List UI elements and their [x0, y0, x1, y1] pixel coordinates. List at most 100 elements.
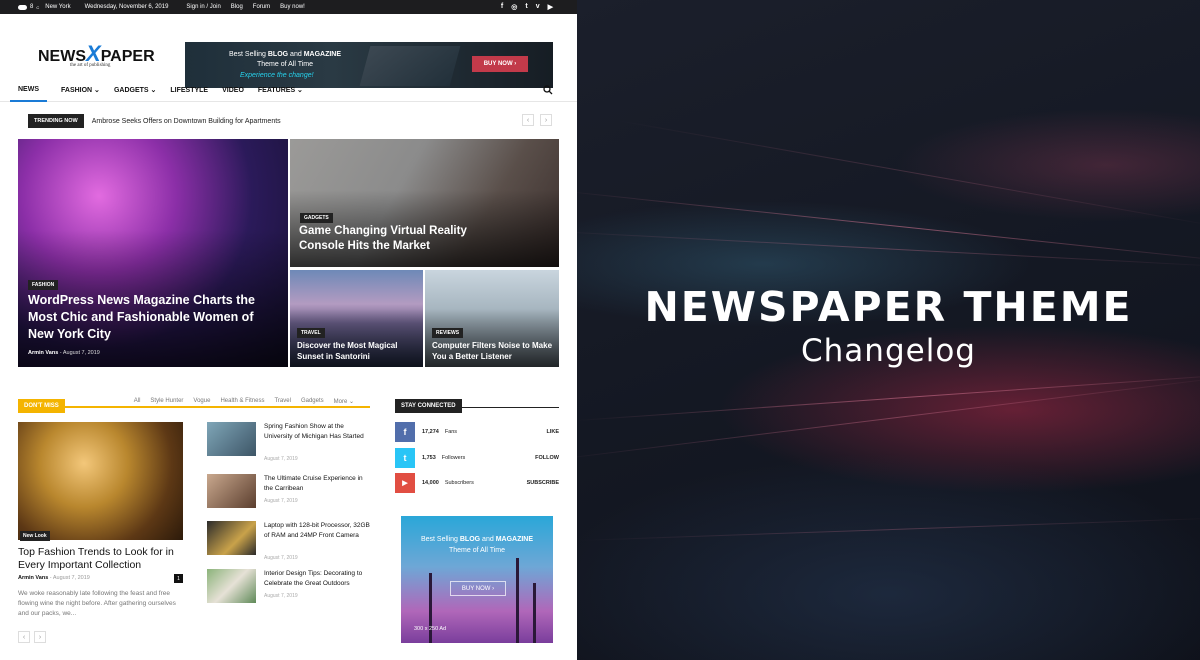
post-thumbnail[interactable]	[207, 474, 256, 508]
post-date: August 7, 2019	[264, 593, 298, 599]
dont-miss-pager: ‹ ›	[18, 631, 46, 643]
tab-more[interactable]: More ⌄	[334, 398, 354, 405]
post-date: August 7, 2019	[264, 456, 298, 462]
buy-now-link[interactable]: Buy now!	[280, 4, 305, 10]
facebook-icon[interactable]: f	[501, 3, 503, 11]
featured-grid: FASHION WordPress News Magazine Charts t…	[18, 139, 559, 367]
nav-fashion[interactable]: FASHION ⌄	[61, 78, 100, 102]
post-meta: Armin Vans - August 7, 2019	[18, 575, 90, 581]
city: New York	[45, 4, 71, 10]
post-title[interactable]: Laptop with 128-bit Processor, 32GB of R…	[264, 521, 372, 541]
post-title[interactable]: Discover the Most Magical Sunset in Sant…	[297, 340, 417, 362]
stay-connected-label: STAY CONNECTED	[395, 399, 462, 413]
cloud-icon	[18, 4, 27, 10]
temperature-unit: C	[36, 4, 40, 10]
follow-button[interactable]: FOLLOW	[535, 455, 559, 461]
tab-all[interactable]: All	[134, 398, 141, 404]
category-badge[interactable]: New Look	[20, 531, 50, 541]
header-ad-text: Best Selling BLOG and MAGAZINE Theme of …	[228, 51, 342, 68]
main-nav: NEWS FASHION ⌄ GADGETS ⌄ LIFESTYLE VIDEO…	[0, 78, 577, 102]
nav-news[interactable]: NEWS	[10, 78, 47, 102]
list-item[interactable]: Spring Fashion Show at the University of…	[207, 422, 372, 462]
dont-miss-tabs: All Style Hunter Vogue Health & Fitness …	[134, 394, 354, 408]
like-button[interactable]: LIKE	[546, 429, 559, 435]
list-item[interactable]: Laptop with 128-bit Processor, 32GB of R…	[207, 521, 372, 561]
temperature: 8	[30, 4, 34, 10]
post-date: August 7, 2019	[264, 555, 298, 561]
list-item[interactable]: The Ultimate Cruise Experience in the Ca…	[207, 474, 372, 510]
featured-post-2[interactable]: GADGETS Game Changing Virtual Reality Co…	[290, 139, 559, 267]
tab-travel[interactable]: Travel	[274, 398, 290, 404]
social-row-youtube[interactable]: ▶ 14,000 Subscribers SUBSCRIBE	[395, 473, 559, 493]
top-bar: 8 C New York Wednesday, November 6, 2019…	[0, 0, 577, 14]
twitter-icon[interactable]: t	[395, 448, 415, 468]
forum-link[interactable]: Forum	[253, 4, 270, 10]
category-badge[interactable]: REVIEWS	[432, 328, 464, 338]
post-title[interactable]: Interior Design Tips: Decorating to Cele…	[264, 569, 372, 589]
post-meta: Armin Vans - August 7, 2019	[28, 350, 100, 356]
post-title[interactable]: Computer Filters Noise to Make You a Bet…	[432, 340, 556, 362]
social-count: 14,000	[422, 480, 439, 486]
social-count: 1,753	[422, 455, 436, 461]
vimeo-icon[interactable]: v	[536, 3, 540, 11]
comment-count[interactable]: 1	[174, 574, 183, 583]
trending-label: TRENDING NOW	[28, 114, 84, 128]
tab-vogue[interactable]: Vogue	[193, 398, 210, 404]
post-thumbnail[interactable]	[207, 569, 256, 603]
twitter-icon[interactable]: t	[525, 3, 527, 11]
post-thumbnail[interactable]	[207, 422, 256, 456]
social-row-twitter[interactable]: t 1,753 Followers FOLLOW	[395, 448, 559, 468]
youtube-icon[interactable]: ▶	[548, 3, 553, 11]
site-logo[interactable]: NEWSXPAPER the art of publishing	[38, 41, 155, 68]
social-row-facebook[interactable]: f 17,274 Fans LIKE	[395, 422, 559, 442]
post-excerpt: We woke reasonably late following the fe…	[18, 590, 176, 617]
nav-lifestyle[interactable]: LIFESTYLE	[170, 78, 208, 102]
changelog-banner: NEWSPAPER THEME Changelog	[577, 0, 1200, 660]
website-preview: 8 C New York Wednesday, November 6, 2019…	[0, 0, 577, 660]
dont-miss-label: DON'T MISS	[18, 399, 65, 413]
sidebar-ad-buy-button[interactable]: BUY NOW ›	[450, 581, 506, 596]
list-item[interactable]: Interior Design Tips: Decorating to Cele…	[207, 569, 372, 605]
nav-gadgets[interactable]: GADGETS ⌄	[114, 78, 156, 102]
trending-prev-button[interactable]: ‹	[522, 114, 534, 126]
pager-next-button[interactable]: ›	[34, 631, 46, 643]
social-links: f ◎ t v ▶	[501, 3, 553, 11]
featured-post-1[interactable]: FASHION WordPress News Magazine Charts t…	[18, 139, 288, 367]
social-count: 17,274	[422, 429, 439, 435]
tab-health-fitness[interactable]: Health & Fitness	[220, 398, 264, 404]
post-title[interactable]: WordPress News Magazine Charts the Most …	[28, 292, 258, 343]
category-badge[interactable]: FASHION	[28, 280, 59, 290]
post-title[interactable]: Game Changing Virtual Reality Console Hi…	[299, 224, 499, 254]
search-icon[interactable]	[543, 85, 553, 95]
youtube-icon[interactable]: ▶	[395, 473, 415, 493]
instagram-icon[interactable]: ◎	[511, 3, 517, 11]
featured-post-4[interactable]: REVIEWS Computer Filters Noise to Make Y…	[425, 270, 559, 367]
nav-video[interactable]: VIDEO	[222, 78, 244, 102]
signin-link[interactable]: Sign in / Join	[186, 4, 220, 10]
category-badge[interactable]: GADGETS	[300, 213, 333, 223]
post-title[interactable]: The Ultimate Cruise Experience in the Ca…	[264, 474, 372, 494]
facebook-icon[interactable]: f	[395, 422, 415, 442]
trending-headline[interactable]: Ambrose Seeks Offers on Downtown Buildin…	[92, 118, 281, 125]
header-ad-buy-button[interactable]: BUY NOW ›	[472, 56, 528, 72]
subscribe-button[interactable]: SUBSCRIBE	[527, 480, 559, 486]
tab-style-hunter[interactable]: Style Hunter	[150, 398, 183, 404]
post-date: August 7, 2019	[264, 498, 298, 504]
dont-miss-main-title[interactable]: Top Fashion Trends to Look for in Every …	[18, 546, 183, 572]
site-header: NEWSXPAPER the art of publishing Best Se…	[0, 14, 577, 88]
current-date: Wednesday, November 6, 2019	[84, 4, 169, 10]
dont-miss-main-image[interactable]	[18, 422, 183, 540]
social-kind: Fans	[444, 429, 458, 435]
post-title[interactable]: Spring Fashion Show at the University of…	[264, 422, 372, 442]
logo-tagline: the art of publishing	[70, 63, 111, 68]
banner-title: NEWSPAPER THEME	[644, 283, 1133, 331]
post-thumbnail[interactable]	[207, 521, 256, 555]
featured-post-3[interactable]: TRAVEL Discover the Most Magical Sunset …	[290, 270, 423, 367]
blog-link[interactable]: Blog	[231, 4, 243, 10]
category-badge[interactable]: TRAVEL	[297, 328, 325, 338]
trending-next-button[interactable]: ›	[540, 114, 552, 126]
nav-features[interactable]: FEATURES ⌄	[258, 78, 303, 102]
pager-prev-button[interactable]: ‹	[18, 631, 30, 643]
tab-gadgets[interactable]: Gadgets	[301, 398, 324, 404]
sidebar-ad[interactable]: Best Selling BLOG and MAGAZINE Theme of …	[401, 516, 553, 643]
